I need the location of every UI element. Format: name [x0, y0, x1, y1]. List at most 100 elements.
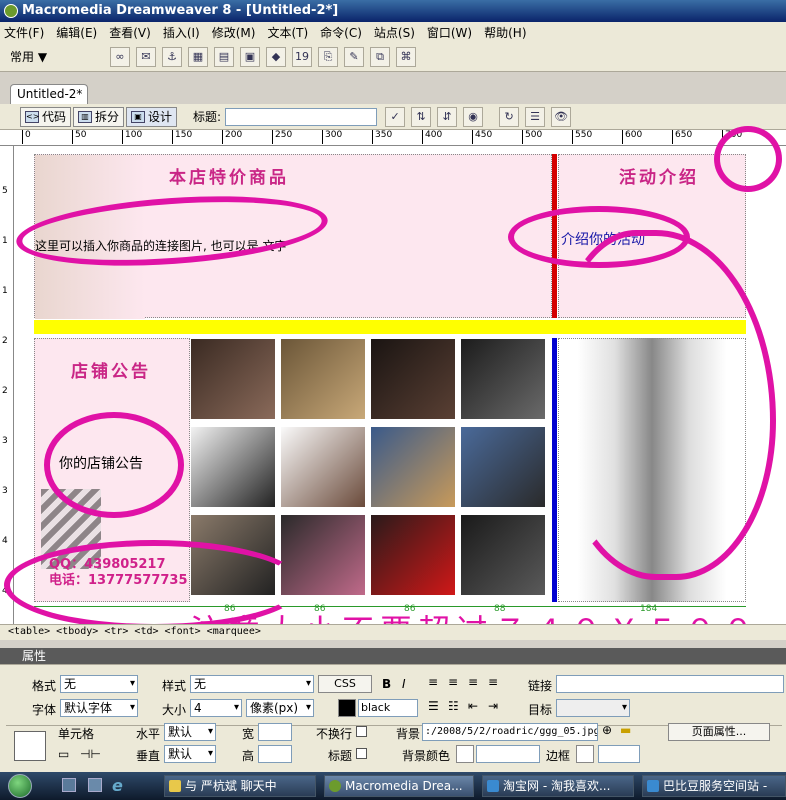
bgcolor-input[interactable] — [476, 745, 540, 763]
switch-windows-icon[interactable] — [88, 778, 102, 792]
folder-icon[interactable]: ▬ — [620, 723, 631, 737]
view-options-icon[interactable]: ☰ — [525, 106, 546, 127]
notice-cell[interactable]: 店铺公告 你的店铺公告 QQ：439805217 电话：13777577735 — [34, 338, 190, 602]
ie-icon[interactable]: e — [112, 776, 123, 795]
menu-edit[interactable]: 编辑(E) — [56, 24, 97, 41]
validate-icon[interactable]: ✓ — [385, 106, 406, 127]
align-right-icon[interactable]: ≡ — [468, 675, 478, 689]
align-left-icon[interactable]: ≡ — [428, 675, 438, 689]
split-cell-icon[interactable]: ⊣⊢ — [80, 747, 101, 761]
split-view-button[interactable]: ▥ 拆分 — [73, 106, 125, 127]
menu-window[interactable]: 窗口(W) — [427, 24, 472, 41]
italic-button[interactable]: I — [402, 677, 406, 691]
model-photo[interactable] — [558, 338, 746, 602]
comment-icon[interactable]: ✎ — [344, 46, 364, 67]
insert-category-dropdown[interactable]: 常用 ▼ — [10, 48, 70, 65]
product-photo[interactable] — [460, 426, 546, 508]
product-photo[interactable] — [370, 426, 456, 508]
vert-select[interactable]: 默认 — [164, 745, 216, 763]
image-icon[interactable]: ▣ — [240, 46, 260, 67]
product-photo[interactable] — [190, 514, 276, 596]
product-photo[interactable] — [280, 426, 366, 508]
browse-target-icon[interactable]: ⊕ — [602, 723, 612, 737]
panel-splitter[interactable] — [0, 640, 786, 648]
merge-cells-icon[interactable]: ▭ — [58, 747, 69, 761]
menu-text[interactable]: 文本(T) — [267, 24, 308, 41]
menu-view[interactable]: 查看(V) — [109, 24, 151, 41]
align-justify-icon[interactable]: ≡ — [488, 675, 498, 689]
product-photo[interactable] — [370, 514, 456, 596]
properties-panel-header[interactable]: 属性 — [0, 648, 786, 664]
tab-untitled-2[interactable]: Untitled-2* — [10, 84, 88, 104]
task-babidou[interactable]: 巴比豆服务空间站 - — [642, 775, 786, 797]
unordered-list-icon[interactable]: ☰ — [428, 699, 439, 713]
file-management-icon[interactable]: ⇵ — [437, 106, 458, 127]
format-select[interactable]: 无 — [60, 675, 138, 693]
browser-check-icon[interactable]: ⇅ — [411, 106, 432, 127]
server-include-icon[interactable]: ⎘ — [318, 46, 338, 67]
named-anchor-icon[interactable]: ⚓ — [162, 46, 182, 67]
preview-browser-icon[interactable]: ◉ — [463, 106, 484, 127]
media-icon[interactable]: ◆ — [266, 46, 286, 67]
bg-image-input[interactable]: :/2008/5/2/roadric/ggg_05.jpg — [422, 723, 598, 741]
menu-modify[interactable]: 修改(M) — [212, 24, 256, 41]
link-input[interactable] — [556, 675, 784, 693]
height-input[interactable] — [258, 745, 292, 763]
product-photo[interactable] — [280, 514, 366, 596]
layer-icon[interactable]: ▤ — [214, 46, 234, 67]
ordered-list-icon[interactable]: ☷ — [448, 699, 459, 713]
size-select[interactable]: 4 — [190, 699, 242, 717]
text-color-input[interactable]: black — [358, 699, 418, 717]
indent-icon[interactable]: ⇥ — [488, 699, 498, 713]
task-chat[interactable]: 与 严杭斌 聊天中 — [164, 775, 316, 797]
events-cell[interactable]: 活动介绍 介绍你的活动 — [558, 154, 746, 318]
style-select[interactable]: 无 — [190, 675, 314, 693]
text-color-swatch[interactable] — [338, 699, 356, 717]
design-canvas[interactable]: 本店特价商品 这里可以插入你商品的连接图片, 也可以是 文字 活动介绍 介绍你的… — [14, 146, 786, 624]
menu-site[interactable]: 站点(S) — [374, 24, 415, 41]
menu-file[interactable]: 文件(F) — [4, 24, 44, 41]
show-desktop-icon[interactable] — [62, 778, 76, 792]
font-select[interactable]: 默认字体 — [60, 699, 138, 717]
page-properties-button[interactable]: 页面属性... — [668, 723, 770, 741]
task-dreamweaver[interactable]: Macromedia Drea... — [324, 775, 474, 797]
template-icon[interactable]: ⧉ — [370, 46, 390, 67]
target-select[interactable] — [556, 699, 630, 717]
nowrap-checkbox[interactable] — [356, 726, 367, 737]
code-view-button[interactable]: <> 代码 — [20, 106, 72, 127]
horz-select[interactable]: 默认 — [164, 723, 216, 741]
notice-text[interactable]: 你的店铺公告 — [59, 453, 143, 473]
menu-help[interactable]: 帮助(H) — [484, 24, 526, 41]
date-icon[interactable]: 19 — [292, 46, 312, 67]
unit-select[interactable]: 像素(px) — [246, 699, 314, 717]
bgcolor-swatch[interactable] — [456, 745, 474, 763]
width-input[interactable] — [258, 723, 292, 741]
title-input[interactable] — [225, 107, 378, 126]
menu-insert[interactable]: 插入(I) — [163, 24, 200, 41]
outdent-icon[interactable]: ⇤ — [468, 699, 478, 713]
refresh-icon[interactable]: ↻ — [499, 106, 520, 127]
hyperlink-icon[interactable]: ∞ — [110, 46, 130, 67]
visual-aids-icon[interactable]: 👁 — [551, 106, 572, 127]
product-photo[interactable] — [460, 338, 546, 420]
product-photo[interactable] — [190, 426, 276, 508]
table-icon[interactable]: ▦ — [188, 46, 208, 67]
task-taobao[interactable]: 淘宝网 - 淘我喜欢... — [482, 775, 634, 797]
css-button[interactable]: CSS — [318, 675, 372, 693]
product-photo[interactable] — [280, 338, 366, 420]
menu-commands[interactable]: 命令(C) — [320, 24, 362, 41]
header-checkbox[interactable] — [356, 748, 367, 759]
email-link-icon[interactable]: ✉ — [136, 46, 156, 67]
product-photo[interactable] — [460, 514, 546, 596]
product-photo[interactable] — [370, 338, 456, 420]
bold-button[interactable]: B — [382, 677, 391, 691]
border-color-input[interactable] — [598, 745, 640, 763]
align-center-icon[interactable]: ≡ — [448, 675, 458, 689]
specials-cell[interactable]: 本店特价商品 这里可以插入你商品的连接图片, 也可以是 文字 — [34, 154, 552, 319]
tag-selector-path[interactable]: <table> <tbody> <tr> <td> <font> <marque… — [8, 626, 261, 637]
start-button[interactable] — [8, 774, 32, 798]
product-photo[interactable] — [190, 338, 276, 420]
tag-chooser-icon[interactable]: ⌘ — [396, 46, 416, 67]
border-color-swatch[interactable] — [576, 745, 594, 763]
design-view-button[interactable]: ▣ 设计 — [126, 106, 178, 127]
